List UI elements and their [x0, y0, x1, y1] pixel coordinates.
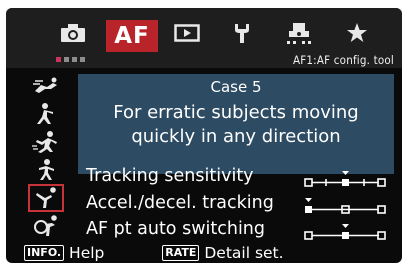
param-accel-decel-tracking: Accel./decel. tracking — [86, 193, 274, 213]
page-indicator — [56, 57, 85, 62]
case6-icon[interactable] — [28, 212, 64, 240]
accel-decel-tracking-scale — [302, 196, 390, 216]
custom-functions-icon — [285, 21, 313, 45]
camera-icon — [60, 23, 86, 43]
playback-icon — [174, 23, 200, 43]
param-tracking-sensitivity: Tracking sensitivity — [86, 166, 254, 186]
tab-playback[interactable] — [166, 18, 208, 48]
tracking-sensitivity-scale — [302, 169, 390, 189]
description-line-1: For erratic subjects moving — [113, 102, 359, 123]
star-icon — [346, 22, 368, 44]
help-label: Help — [69, 244, 105, 262]
param-af-pt-auto-switching: AF pt auto switching — [86, 219, 266, 239]
af-pt-auto-switching-scale — [302, 222, 390, 242]
description-line-2: quickly in any direction — [131, 126, 341, 147]
case5-icon[interactable] — [28, 184, 64, 212]
case3-icon[interactable] — [28, 128, 64, 156]
wrench-icon — [232, 22, 252, 44]
info-button-badge: INFO. — [24, 245, 65, 261]
tab-af-label: AF — [114, 23, 150, 49]
menu-tab-bar: AF — [6, 8, 402, 52]
tab-my-menu[interactable] — [336, 18, 378, 48]
case-title: Case 5 — [210, 78, 262, 96]
tab-custom-functions[interactable] — [278, 18, 320, 48]
case1-icon[interactable] — [28, 72, 64, 100]
menu-sub-bar: AF1:AF config. tool — [6, 52, 402, 68]
page-dot-1 — [56, 57, 61, 62]
detail-set-label: Detail set. — [204, 244, 284, 262]
page-dot-3 — [72, 57, 77, 62]
tab-af[interactable]: AF — [106, 20, 158, 52]
rate-button-badge: RATE — [162, 245, 200, 261]
case-description-panel: Case 5 For erratic subjects moving quick… — [78, 74, 394, 174]
menu-footer: INFO. Help RATE Detail set. — [24, 244, 394, 263]
menu-page-title: AF1:AF config. tool — [292, 53, 394, 67]
page-dot-2 — [64, 57, 69, 62]
page-dot-4 — [80, 57, 85, 62]
tab-setup[interactable] — [221, 18, 263, 48]
case4-icon[interactable] — [28, 156, 64, 184]
camera-menu-screen: AF AF1:AF config. tool Case 5 For errati… — [6, 8, 402, 263]
tab-shooting[interactable] — [52, 18, 94, 48]
case2-icon[interactable] — [28, 100, 64, 128]
